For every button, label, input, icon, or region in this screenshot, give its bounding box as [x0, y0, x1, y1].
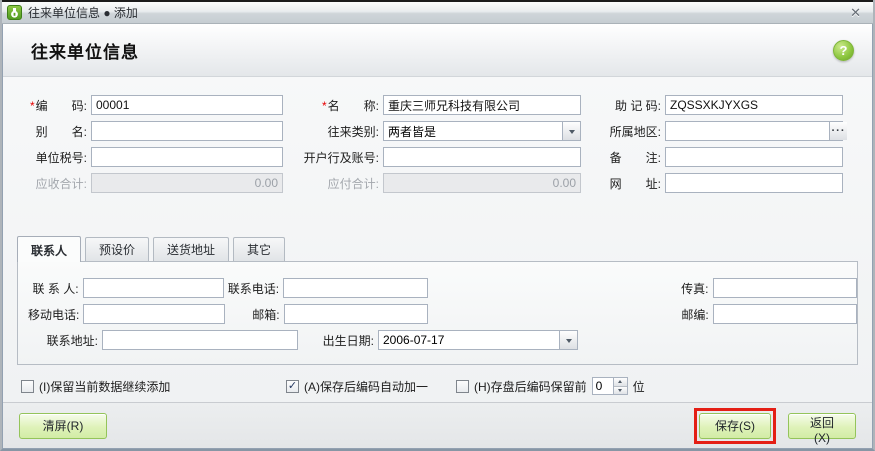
region-value[interactable] [666, 122, 829, 140]
receivable-input [91, 173, 283, 193]
keep-data-checkbox[interactable]: (I)保留当前数据继续添加 [21, 378, 286, 395]
form-row: 应收合计: 应付合计: 网 址: [9, 173, 872, 193]
auto-increment-checkbox[interactable]: ✓ (A)保存后编码自动加一 [286, 378, 456, 395]
page-title: 往来单位信息 [31, 42, 139, 62]
address-label: 联系地址: [46, 333, 98, 348]
region-label: 所属地区: [609, 124, 661, 139]
tab-other[interactable]: 其它 [233, 237, 286, 261]
contact-row: 联 系 人: 联系电话: 传真: [28, 278, 857, 298]
birth-date-select[interactable] [378, 330, 578, 350]
code-input[interactable] [91, 95, 283, 115]
address-input[interactable] [102, 330, 298, 350]
category-value[interactable] [384, 122, 562, 140]
chevron-down-icon[interactable] [562, 122, 580, 140]
annotation-highlight: 保存(S) [694, 407, 776, 444]
receivable-label: 应收合计: [35, 176, 87, 191]
phone-input[interactable] [283, 278, 428, 298]
zip-label: 邮编: [681, 307, 709, 322]
dialog-header: 往来单位信息 ? [3, 24, 872, 77]
tax-label: 单位税号: [35, 150, 87, 165]
keep-prefix-checkbox[interactable]: (H)存盘后编码保留前 [456, 378, 587, 395]
auto-increment-label: (A)保存后编码自动加一 [304, 379, 428, 394]
code-label: *编 码: [29, 98, 87, 113]
tab-contact[interactable]: 联系人 [17, 236, 82, 262]
help-icon[interactable]: ? [833, 39, 854, 61]
name-input[interactable] [383, 95, 581, 115]
save-button[interactable]: 保存(S) [699, 412, 771, 439]
form-row: 别 名: 往来类别: 所属地区: ··· [9, 121, 872, 141]
required-asterisk: * [321, 98, 327, 113]
email-label: 邮箱: [252, 307, 280, 322]
contact-person-label: 联 系 人: [32, 281, 79, 296]
mnemonic-label: 助 记 码: [614, 98, 661, 113]
digits-stepper[interactable] [591, 377, 628, 395]
form-row: *编 码: *名 称: 助 记 码: [9, 95, 872, 115]
contact-person-input[interactable] [82, 278, 225, 298]
remark-label: 备 注: [609, 150, 661, 165]
contact-panel: 联 系 人: 联系电话: 传真: 移动电话: 邮箱: 邮编: 联系地址: 出生日… [17, 261, 858, 365]
close-icon[interactable]: ✕ [846, 6, 865, 19]
bank-input[interactable] [383, 147, 581, 167]
form-row: 单位税号: 开户行及账号: 备 注: [9, 147, 872, 167]
alias-label: 别 名: [35, 124, 87, 139]
title-bar: 往来单位信息 ● 添加 ✕ [2, 0, 873, 24]
birth-date-label: 出生日期: [322, 333, 374, 348]
mnemonic-input[interactable] [665, 95, 843, 115]
digits-suffix-label: 位 [632, 379, 645, 394]
region-picker[interactable]: ··· [665, 121, 847, 141]
keep-prefix-label: (H)存盘后编码保留前 [474, 379, 587, 394]
keep-data-label: (I)保留当前数据继续添加 [39, 379, 171, 394]
alias-input[interactable] [91, 121, 283, 141]
bank-label: 开户行及账号: [303, 150, 379, 165]
main-form: *编 码: *名 称: 助 记 码: 别 名: 往来类别: 所属地区: [3, 77, 872, 229]
contact-row: 移动电话: 邮箱: 邮编: [28, 304, 858, 324]
back-button[interactable]: 返回(X) [788, 412, 856, 445]
category-select[interactable] [383, 121, 581, 141]
mobile-input[interactable] [83, 304, 225, 324]
email-input[interactable] [283, 304, 428, 324]
checkbox-icon[interactable] [21, 379, 34, 393]
ellipsis-icon[interactable]: ··· [829, 122, 847, 140]
checkbox-icon[interactable] [456, 379, 469, 393]
payable-input [383, 173, 581, 193]
website-input[interactable] [665, 173, 843, 193]
tab-delivery-address[interactable]: 送货地址 [153, 237, 230, 261]
footer-bar: 清屏(R) 保存(S) 返回(X) [3, 402, 872, 448]
phone-label: 联系电话: [227, 281, 280, 296]
contact-row: 联系地址: 出生日期: [28, 330, 857, 350]
website-label: 网 址: [609, 176, 661, 191]
application-window: 往来单位信息 ● 添加 ✕ 往来单位信息 ? *编 码: *名 称: 助 记 码… [0, 0, 875, 451]
fax-input[interactable] [712, 278, 857, 298]
fax-label: 传真: [681, 281, 709, 296]
name-label: *名 称: [321, 98, 379, 113]
mobile-label: 移动电话: [28, 307, 80, 322]
digits-input[interactable] [591, 377, 614, 395]
tab-bar: 联系人 预设价 送货地址 其它 [17, 236, 872, 262]
options-row: (I)保留当前数据继续添加 ✓ (A)保存后编码自动加一 (H)存盘后编码保留前… [21, 377, 872, 395]
window-title: 往来单位信息 ● 添加 [28, 6, 138, 20]
remark-input[interactable] [665, 147, 843, 167]
birth-date-value[interactable] [379, 331, 559, 349]
tab-preset-price[interactable]: 预设价 [85, 237, 150, 261]
spin-up-icon[interactable] [613, 378, 627, 386]
payable-label: 应付合计: [327, 176, 379, 191]
category-label: 往来类别: [327, 124, 379, 139]
tax-input[interactable] [91, 147, 283, 167]
chevron-down-icon[interactable] [559, 331, 577, 349]
clear-button[interactable]: 清屏(R) [19, 412, 107, 439]
spin-down-icon[interactable] [613, 385, 627, 394]
zip-input[interactable] [712, 304, 858, 324]
checkbox-checked-icon[interactable]: ✓ [286, 379, 299, 393]
required-asterisk: * [29, 98, 35, 113]
dialog-body: 往来单位信息 ? *编 码: *名 称: 助 记 码: 别 名: 往来类别: [2, 24, 873, 449]
money-bag-icon [7, 5, 22, 20]
